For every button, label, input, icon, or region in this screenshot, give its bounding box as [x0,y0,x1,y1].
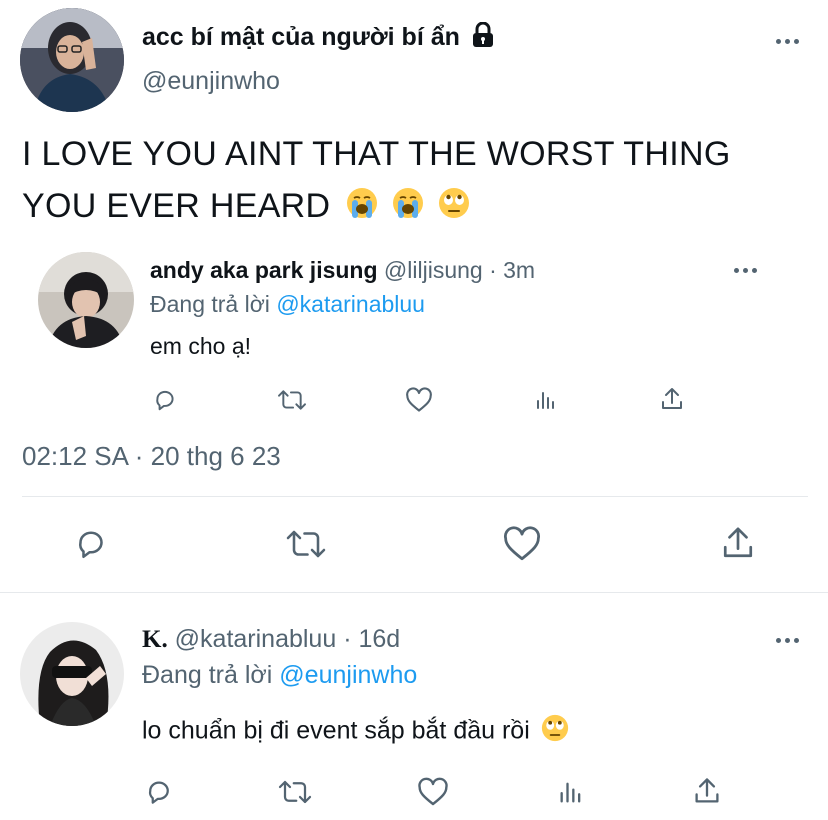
quoted-replying-to: Đang trả lời @katarinabluu [150,290,425,318]
retweet-icon[interactable] [282,524,330,564]
like-icon[interactable] [416,776,450,808]
reply-display-name[interactable]: K. [142,626,168,653]
quoted-handle[interactable]: @liljisung [384,257,483,283]
replying-prefix: Đang trả lời [150,291,270,317]
like-icon[interactable] [404,386,434,414]
like-icon[interactable] [500,524,544,564]
timestamp[interactable]: 02:12 SA · 20 thg 6 23 [22,440,281,472]
avatar-katarinabluu[interactable] [20,622,124,726]
reply-icon[interactable] [70,524,112,564]
reply-time[interactable]: · 16d [343,625,400,653]
more-icon[interactable] [776,638,799,643]
quoted-tweet-text: em cho ạ! [150,333,251,359]
avatar-eunjinwho[interactable] [20,8,124,112]
share-icon[interactable] [658,384,686,414]
more-icon[interactable] [776,39,799,44]
display-name[interactable]: acc bí mật của người bí ẩn [142,21,495,55]
tweet-text-line-1: I LOVE YOU AINT THAT THE WORST THING [22,135,731,173]
lock-icon [471,21,495,55]
reply-tweet-text-row: lo chuẩn bị đi event sắp bắt đầu rồi [142,714,569,750]
retweet-icon[interactable] [276,776,314,808]
reply-tweet-text: lo chuẩn bị đi event sắp bắt đầu rồi [142,716,530,745]
reply-handle[interactable]: @katarinabluu [175,625,337,653]
avatar-liljisung[interactable] [38,252,134,348]
replying-to-link[interactable]: @eunjinwho [279,661,417,689]
handle[interactable]: @eunjinwho [142,66,280,96]
reply-tweet-header: K. @katarinabluu · 16d [142,624,400,655]
retweet-icon[interactable] [276,386,308,414]
reply-icon[interactable] [150,386,180,414]
display-name-text: acc bí mật của người bí ẩn [142,23,460,51]
face-with-rolling-eyes-emoji [438,182,470,234]
views-icon[interactable] [532,386,560,414]
quoted-time[interactable]: · 3m [489,257,535,283]
section-divider [0,592,828,593]
replying-prefix: Đang trả lời [142,661,273,689]
tweet-text: I LOVE YOU AINT THAT THE WORST THING YOU… [22,128,822,234]
reply-icon[interactable] [142,776,176,808]
more-icon[interactable] [734,268,757,273]
face-with-rolling-eyes-emoji [541,714,569,750]
divider [22,496,808,497]
reply-replying-to: Đang trả lời @eunjinwho [142,660,417,690]
loudly-crying-face-emoji [346,182,378,234]
replying-to-link[interactable]: @katarinabluu [276,291,425,317]
share-icon[interactable] [692,774,722,808]
quoted-tweet-header: andy aka park jisung @liljisung · 3m [150,256,535,284]
share-icon[interactable] [718,522,758,564]
quoted-display-name[interactable]: andy aka park jisung [150,257,378,283]
tweet-text-line-2: YOU EVER HEARD [22,180,822,234]
views-icon[interactable] [556,776,586,808]
loudly-crying-face-emoji [392,182,424,234]
